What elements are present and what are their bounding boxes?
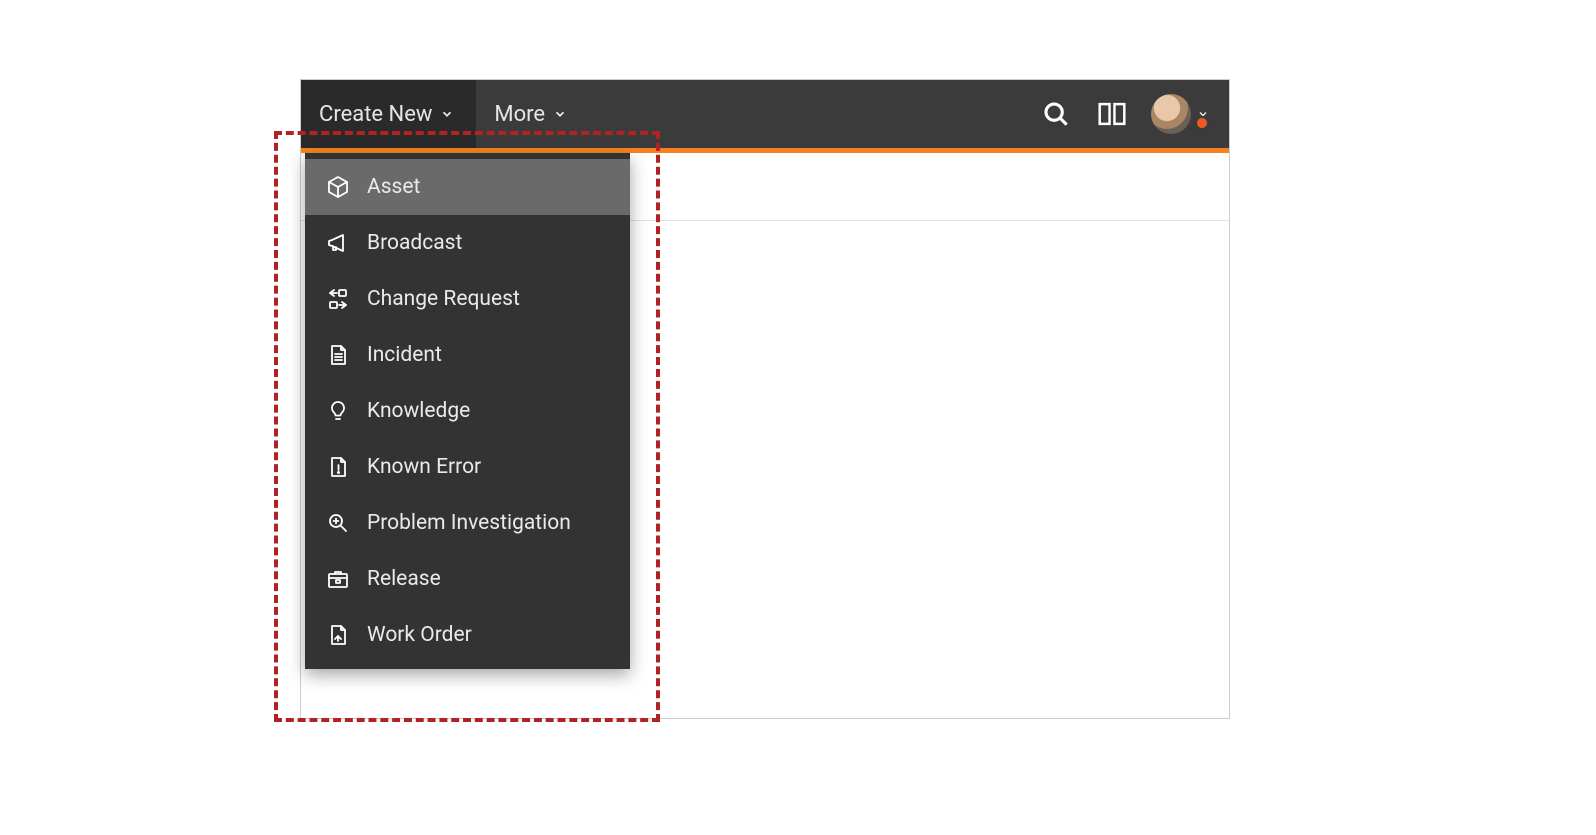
create-new-menu-button[interactable]: Create New [301,80,476,148]
dropdown-item-release[interactable]: Release [305,551,630,607]
dropdown-item-label: Incident [367,343,442,367]
doc-arrow-icon [325,622,351,648]
megaphone-icon [325,230,351,256]
cube-icon [325,174,351,200]
dropdown-item-label: Change Request [367,287,520,311]
app-window: Create New More [300,79,1230,719]
dropdown-item-label: Asset [367,175,420,199]
notification-dot [1195,116,1209,130]
user-avatar-menu[interactable] [1151,94,1209,134]
dropdown-item-broadcast[interactable]: Broadcast [305,215,630,271]
dropdown-item-incident[interactable]: Incident [305,327,630,383]
dropdown-item-label: Broadcast [367,231,462,255]
dropdown-item-change-request[interactable]: Change Request [305,271,630,327]
search-icon[interactable] [1039,97,1073,131]
more-menu-button[interactable]: More [476,80,589,148]
doc-alert-icon [325,454,351,480]
dropdown-item-label: Knowledge [367,399,470,423]
avatar-image [1151,94,1191,134]
dropdown-item-work-order[interactable]: Work Order [305,607,630,663]
topbar-right [1039,94,1229,134]
create-new-dropdown: Asset Broadcast Change Request Incident Know… [305,153,630,669]
bulb-icon [325,398,351,424]
swap-icon [325,286,351,312]
topbar-left: Create New More [301,80,589,148]
book-icon[interactable] [1095,97,1129,131]
dropdown-item-label: Work Order [367,623,472,647]
dropdown-item-label: Known Error [367,455,481,479]
chevron-down-icon [553,107,567,121]
create-new-label: Create New [319,102,432,127]
more-label: More [494,102,545,127]
dropdown-item-known-error[interactable]: Known Error [305,439,630,495]
package-icon [325,566,351,592]
dropdown-item-knowledge[interactable]: Knowledge [305,383,630,439]
dropdown-item-problem-investigation[interactable]: Problem Investigation [305,495,630,551]
dropdown-item-label: Problem Investigation [367,511,571,535]
chevron-down-icon [440,107,454,121]
topbar: Create New More [301,80,1229,148]
doc-lines-icon [325,342,351,368]
dropdown-item-asset[interactable]: Asset [305,159,630,215]
search-doc-icon [325,510,351,536]
dropdown-item-label: Release [367,567,441,591]
